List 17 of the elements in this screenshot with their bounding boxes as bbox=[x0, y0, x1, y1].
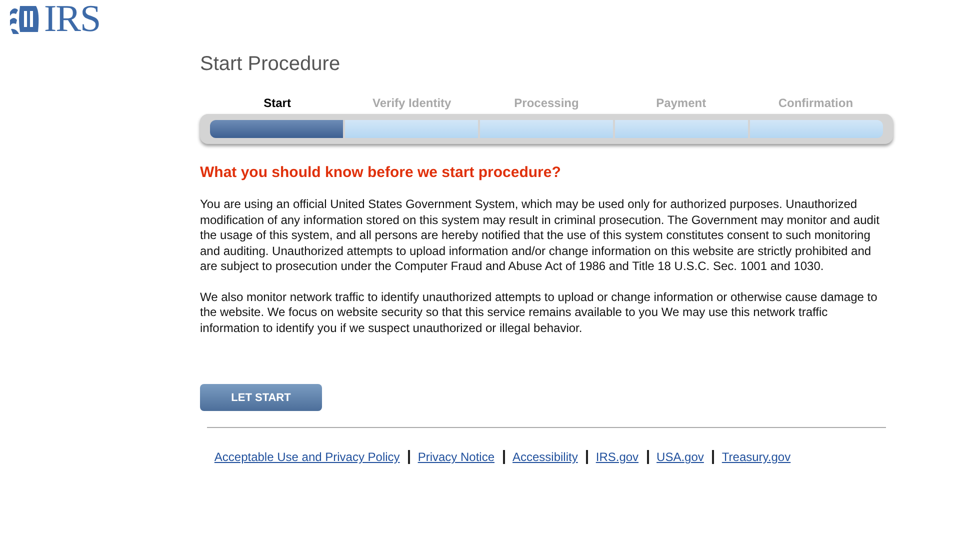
footer-link[interactable]: IRS.gov bbox=[596, 450, 639, 464]
footer-link[interactable]: Treasury.gov bbox=[722, 450, 791, 464]
footer-link[interactable]: USA.gov bbox=[656, 450, 704, 464]
start-button[interactable]: LET START bbox=[200, 384, 322, 411]
footer-link[interactable]: Privacy Notice bbox=[418, 450, 494, 464]
page-title: Start Procedure bbox=[200, 53, 342, 76]
step-label: Processing bbox=[514, 96, 579, 110]
step-label: Start bbox=[264, 96, 291, 110]
step-label: Payment bbox=[656, 96, 706, 110]
step-label: Confirmation bbox=[778, 96, 854, 110]
irs-logo: IRS bbox=[44, 0, 100, 38]
step-label: Verify Identity bbox=[372, 96, 452, 110]
notice-paragraph: We also monitor network traffic to identify unauthorized attempts to upload or change information or otherwise cause damage to the website. We focus on website security so that this service remains available to you We may use this network traffic information to identify you if we suspect unauthorized or illegal behavior. bbox=[200, 290, 878, 336]
section-heading: What you should know before we start procedure? bbox=[200, 164, 562, 181]
footer-link[interactable]: Acceptable Use and Privacy Policy bbox=[214, 450, 400, 464]
notice-paragraph: You are using an official United States Government System, which may be used only for authorized purposes. Unauthorized modification of any information stored on this system may result in criminal prosecution. The Government may monitor and audit the usage of this system, and all persons are hereby notified that the use of this system constitutes consent to such monitoring and auditing. Unauthorized attempts to upload information and/or change information on this website are strictly prohibited and are subject to prosecution under the Computer Fraud and Abuse Act of 1986 and Title 18 U.S.C. Sec. 1001 and 1030. bbox=[200, 197, 880, 274]
footer-link[interactable]: Accessibility bbox=[512, 450, 578, 464]
